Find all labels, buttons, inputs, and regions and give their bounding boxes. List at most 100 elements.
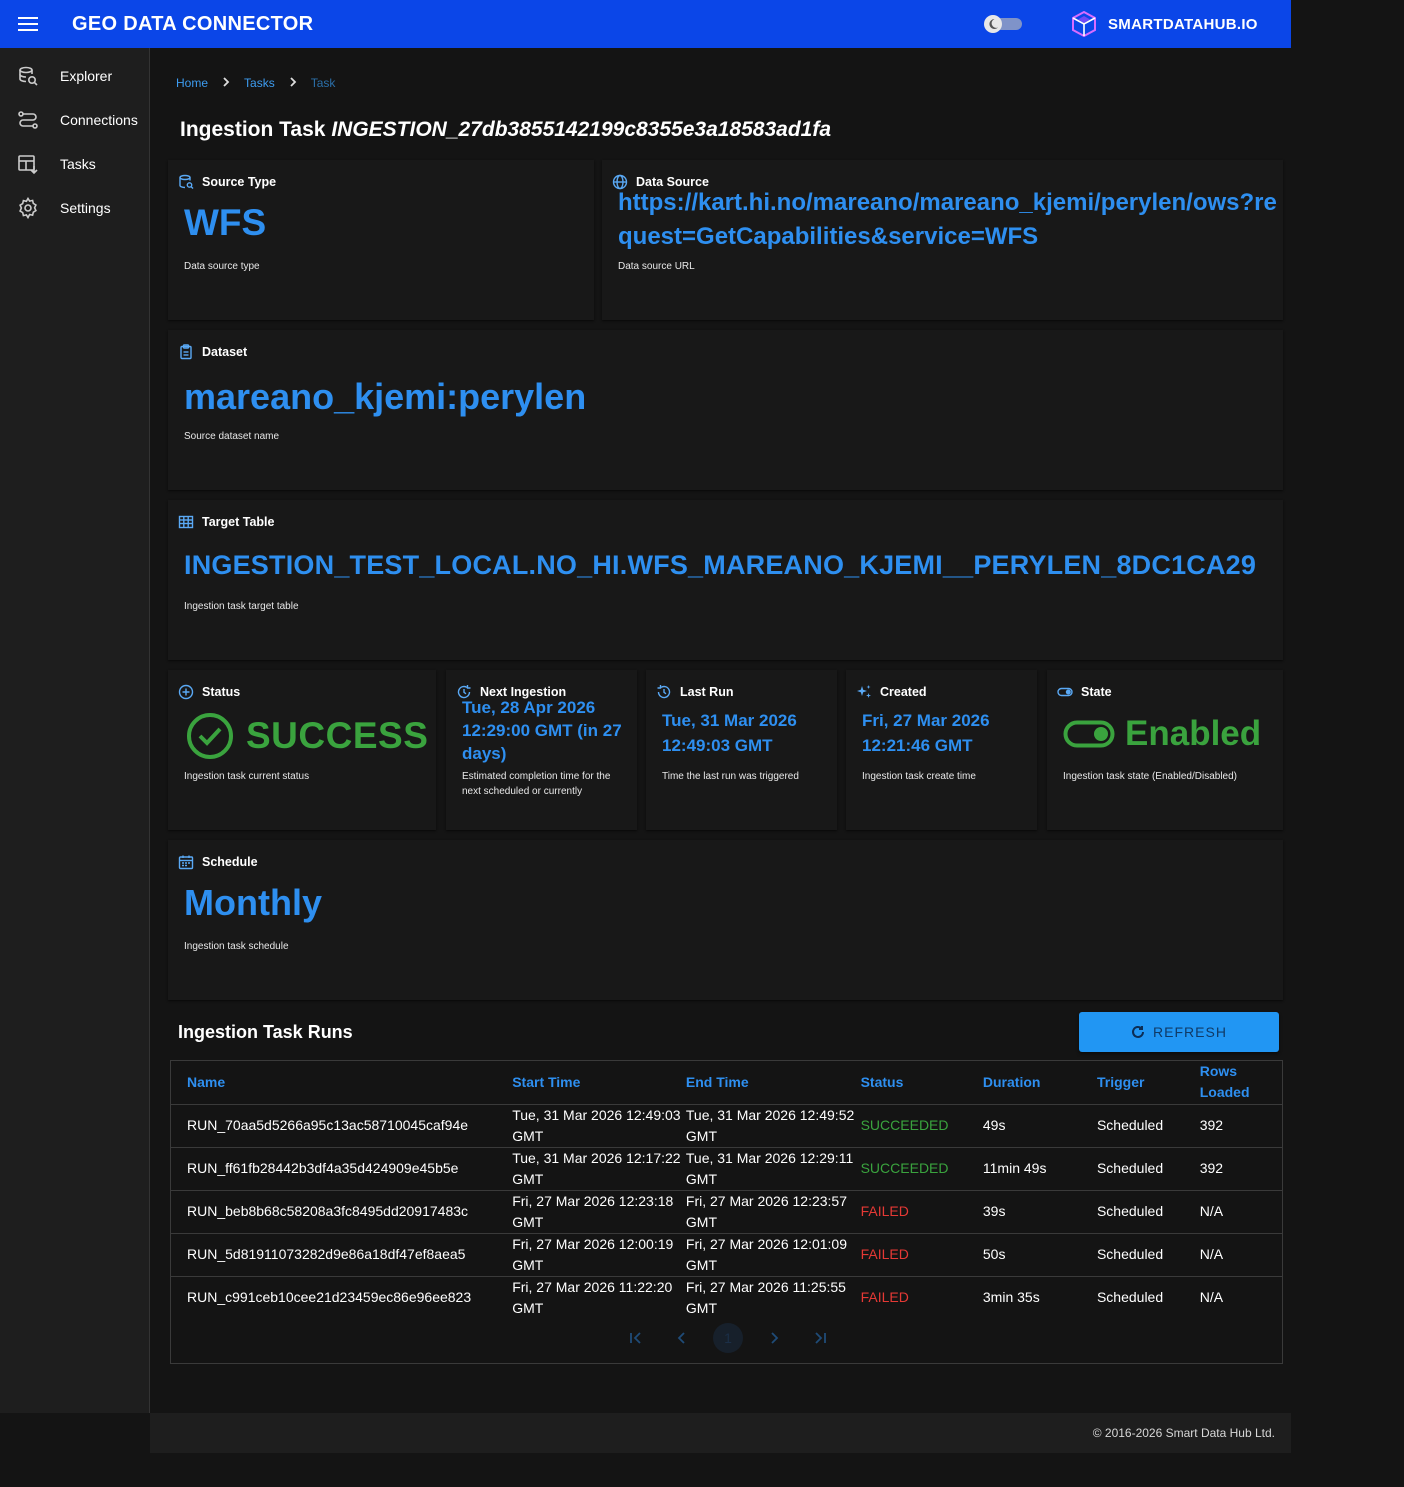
sidebar-item-explorer[interactable]: Explorer	[0, 54, 149, 98]
run-name: RUN_c991ceb10cee21d23459ec86e96ee823	[187, 1289, 472, 1306]
run-trigger: Scheduled	[1096, 1104, 1200, 1148]
column-header-duration[interactable]: Duration	[982, 1061, 1097, 1105]
run-duration: 50s	[982, 1233, 1097, 1277]
column-header-trigger[interactable]: Trigger	[1096, 1061, 1200, 1105]
run-rows-loaded: N/A	[1199, 1233, 1282, 1277]
card-label: Status	[202, 685, 241, 699]
column-header-status[interactable]: Status	[860, 1061, 983, 1105]
run-duration: 39s	[982, 1190, 1097, 1234]
first-page-icon	[630, 1332, 641, 1344]
table-icon	[178, 514, 194, 530]
table-row[interactable]: RUN_70aa5d5266a95c13ac58710045caf94e Tue…	[171, 1104, 1282, 1148]
last-run-card: Last Run Tue, 31 Mar 2026 12:49:03 GMT T…	[646, 670, 837, 830]
footer-copyright: © 2016-2026 Smart Data Hub Ltd.	[1092, 1426, 1275, 1440]
column-header-rows-loaded[interactable]: Rows Loaded	[1199, 1061, 1282, 1105]
tasks-icon	[17, 153, 39, 175]
data-source-url[interactable]: https://kart.hi.no/mareano/mareano_kjemi…	[618, 186, 1278, 254]
run-status: FAILED	[860, 1190, 983, 1234]
schedule-caption: Ingestion task schedule	[184, 941, 289, 952]
moon-icon	[984, 15, 1002, 33]
target-table-caption: Ingestion task target table	[184, 601, 299, 612]
refresh-icon	[1132, 1025, 1145, 1038]
app-bar: GEO DATA CONNECTOR SMARTDATAHUB.IO	[0, 0, 1291, 48]
state-card: State Enabled Ingestion task state (Enab…	[1047, 670, 1283, 830]
card-header: State	[1057, 684, 1112, 700]
dataset-card: Dataset mareano_kjemi:perylen Source dat…	[168, 330, 1283, 490]
card-header: Target Table	[178, 514, 274, 530]
run-start-time: Fri, 27 Mar 2026 12:00:19 GMT	[512, 1233, 686, 1277]
sidebar-item-label: Tasks	[60, 156, 96, 172]
sidebar: Explorer Connections Tasks Settings	[0, 48, 150, 1413]
last-page-icon	[815, 1332, 826, 1344]
schedule-value: Monthly	[184, 882, 322, 923]
card-header: Dataset	[178, 344, 247, 360]
run-start-time: Fri, 27 Mar 2026 11:22:20 GMT	[512, 1278, 673, 1316]
run-start-time: Tue, 31 Mar 2026 12:17:22 GMT	[512, 1147, 686, 1191]
theme-toggle[interactable]	[984, 15, 1022, 33]
table-row[interactable]: RUN_5d81911073282d9e86a18df47ef8aea5 Fri…	[171, 1233, 1282, 1277]
card-label: State	[1081, 685, 1112, 699]
brand[interactable]: SMARTDATAHUB.IO	[1070, 10, 1258, 38]
sparkle-icon	[856, 684, 872, 700]
card-label: Source Type	[202, 175, 277, 189]
card-header: Status	[178, 684, 240, 700]
status-caption: Ingestion task current status	[184, 771, 310, 782]
database-search-icon	[178, 174, 194, 190]
brand-name: SMARTDATAHUB.IO	[1108, 15, 1258, 33]
card-header: Schedule	[178, 854, 258, 870]
hamburger-icon	[18, 17, 38, 31]
page-title-task-id: INGESTION_27db3855142199c8355e3a18583ad1…	[331, 118, 832, 141]
run-end-time: Tue, 31 Mar 2026 12:29:11 GMT	[685, 1147, 861, 1191]
sidebar-item-tasks[interactable]: Tasks	[0, 142, 149, 186]
schedule-card: Schedule Monthly Ingestion task schedule	[168, 840, 1283, 1000]
next-page-button[interactable]	[759, 1323, 789, 1353]
sidebar-item-label: Explorer	[60, 68, 113, 84]
card-label: Last Run	[680, 685, 734, 699]
data-source-caption: Data source URL	[618, 261, 695, 272]
card-header: Last Run	[656, 684, 733, 700]
table-row[interactable]: RUN_ff61fb28442b3df4a35d424909e45b5e Tue…	[171, 1147, 1282, 1191]
card-label: Target Table	[202, 515, 275, 529]
column-header-end-time[interactable]: End Time	[685, 1061, 861, 1105]
page-number-current[interactable]: 1	[713, 1323, 743, 1353]
explorer-icon	[17, 65, 39, 87]
sidebar-item-settings[interactable]: Settings	[0, 186, 149, 230]
runs-section-title: Ingestion Task Runs	[178, 1022, 353, 1042]
last-page-button[interactable]	[805, 1323, 835, 1353]
next-ingestion-caption: Estimated completion time for the next s…	[462, 771, 611, 797]
run-trigger: Scheduled	[1096, 1289, 1164, 1306]
breadcrumb: Home Tasks Task	[176, 76, 335, 90]
data-source-card: Data Source https://kart.hi.no/mareano/m…	[602, 160, 1283, 320]
breadcrumb-home[interactable]: Home	[176, 76, 208, 90]
run-name: RUN_70aa5d5266a95c13ac58710045caf94e	[171, 1104, 513, 1148]
chevron-left-icon	[677, 1332, 685, 1344]
runs-table: Name Start Time End Time Status Duration…	[170, 1060, 1283, 1364]
run-rows-loaded: N/A	[1199, 1289, 1224, 1306]
next-ingestion-value: Tue, 28 Apr 2026 12:29:00 GMT (in 27 day…	[462, 698, 622, 763]
card-label: Created	[880, 685, 927, 699]
column-header-start-time[interactable]: Start Time	[512, 1061, 686, 1105]
column-header-name[interactable]: Name	[171, 1061, 513, 1105]
chevron-right-icon	[771, 1332, 779, 1344]
run-duration: 3min 35s	[982, 1289, 1040, 1306]
app-title: GEO DATA CONNECTOR	[72, 12, 314, 35]
run-name: RUN_ff61fb28442b3df4a35d424909e45b5e	[171, 1147, 513, 1191]
run-status: FAILED	[860, 1233, 983, 1277]
status-circle-icon	[178, 684, 194, 700]
first-page-button[interactable]	[621, 1323, 651, 1353]
source-type-value: WFS	[184, 202, 267, 243]
refresh-button[interactable]: REFRESH	[1079, 1012, 1279, 1052]
table-row[interactable]: RUN_c991ceb10cee21d23459ec86e96ee823 Fri…	[171, 1276, 1282, 1319]
previous-page-button[interactable]	[667, 1323, 697, 1353]
chevron-right-icon	[289, 76, 297, 90]
run-end-time: Fri, 27 Mar 2026 12:01:09 GMT	[685, 1233, 861, 1277]
breadcrumb-tasks[interactable]: Tasks	[244, 76, 275, 90]
run-end-time: Tue, 31 Mar 2026 12:49:52 GMT	[685, 1104, 861, 1148]
run-status: SUCCEEDED	[860, 1104, 983, 1148]
menu-button[interactable]	[0, 0, 56, 48]
created-card: Created Fri, 27 Mar 2026 12:21:46 GMT In…	[846, 670, 1037, 830]
created-caption: Ingestion task create time	[862, 771, 976, 782]
sidebar-item-connections[interactable]: Connections	[0, 98, 149, 142]
table-row[interactable]: RUN_beb8b68c58208a3fc8495dd20917483c Fri…	[171, 1190, 1282, 1234]
next-ingestion-card: Next Ingestion Tue, 28 Apr 2026 12:29:00…	[446, 670, 637, 830]
